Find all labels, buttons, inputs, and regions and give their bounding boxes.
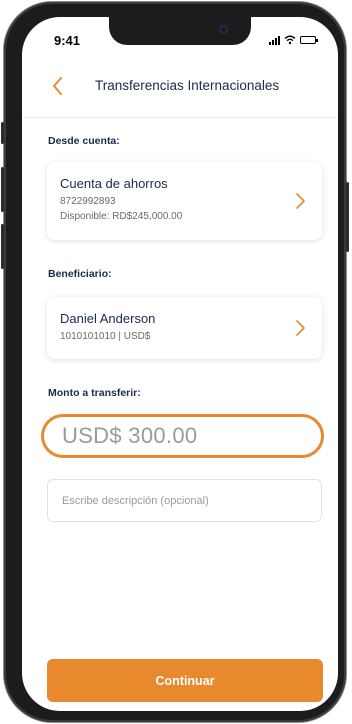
phone-screen: 9:41 Transferencias Internacionales Desd… (22, 17, 338, 711)
account-number: 8722992893 (60, 196, 116, 207)
chevron-right-icon (296, 320, 305, 336)
camera-icon (219, 25, 228, 34)
volume-down-button (1, 224, 4, 269)
back-chevron-icon[interactable] (48, 75, 68, 97)
signal-icon (269, 35, 280, 45)
page-title: Transferencias Internacionales (95, 78, 280, 93)
continue-button[interactable]: Continuar (47, 659, 323, 702)
status-time: 9:41 (54, 33, 81, 48)
description-field[interactable] (47, 479, 322, 522)
description-input[interactable] (48, 480, 321, 521)
account-available: Disponible: RD$245,000.00 (60, 211, 183, 222)
power-button (346, 182, 349, 252)
chevron-right-icon (296, 193, 305, 209)
amount-label: Monto a transferir: (48, 387, 141, 399)
beneficiary-details: 1010101010 | USD$ (60, 331, 151, 342)
beneficiary-name: Daniel Anderson (60, 311, 156, 326)
amount-value: USD$ 300.00 (62, 423, 198, 448)
from-account-card[interactable]: Cuenta de ahorros 8722992893 Disponible:… (47, 162, 322, 240)
beneficiary-card[interactable]: Daniel Anderson 1010101010 | USD$ (47, 297, 322, 359)
status-icons (269, 35, 318, 45)
header-divider (22, 117, 338, 118)
account-name: Cuenta de ahorros (60, 176, 168, 191)
header: Transferencias Internacionales (22, 71, 338, 103)
mute-switch (1, 122, 4, 144)
phone-frame: 9:41 Transferencias Internacionales Desd… (1, 2, 349, 722)
battery-icon (300, 36, 318, 44)
from-account-label: Desde cuenta: (48, 135, 120, 147)
volume-up-button (1, 167, 4, 212)
beneficiary-label: Beneficiario: (48, 268, 112, 280)
wifi-icon (284, 35, 296, 45)
notch (109, 17, 251, 45)
amount-input[interactable]: USD$ 300.00 (41, 414, 324, 458)
